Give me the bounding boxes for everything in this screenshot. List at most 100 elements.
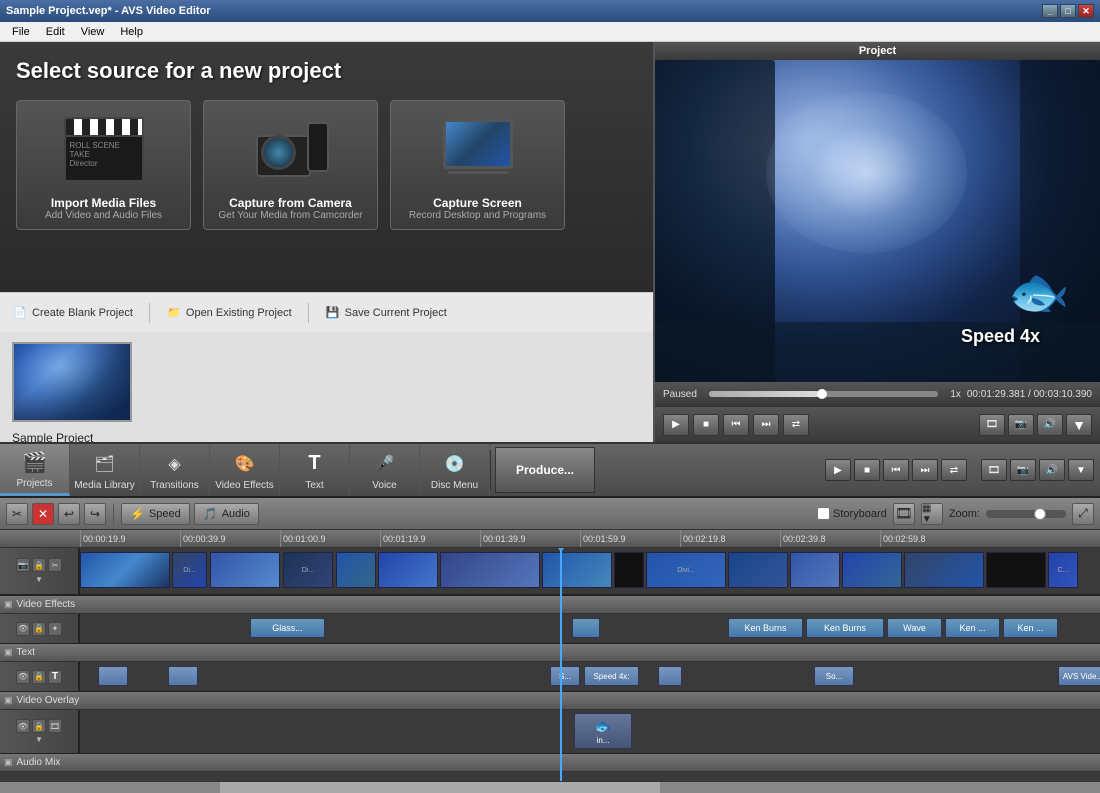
video-clip-15[interactable] — [986, 552, 1046, 588]
video-clip-13[interactable] — [842, 552, 902, 588]
save-current-project[interactable]: 💾 Save Current Project — [325, 305, 447, 321]
video-track-content[interactable]: Di... Di... — [80, 548, 1100, 594]
text-clip-2[interactable] — [168, 666, 198, 686]
ov-lock-icon[interactable]: 🔒 — [32, 719, 46, 733]
video-clip-12[interactable] — [790, 552, 840, 588]
import-media-option[interactable]: ROLL SCENE TAKEDirector Import Media Fil… — [16, 100, 191, 230]
wave-effect[interactable]: Wave — [887, 618, 942, 638]
settings-button[interactable]: ▼ — [1066, 414, 1092, 436]
text-lock-icon[interactable]: 🔒 — [32, 670, 46, 684]
ken-4[interactable]: Ken ... — [945, 618, 1000, 638]
tab-audio-button[interactable]: 🔊 — [1039, 459, 1065, 481]
ve-fx-icon[interactable]: ✦ — [48, 622, 62, 636]
video-clip-10[interactable]: Divi... — [646, 552, 726, 588]
menu-edit[interactable]: Edit — [38, 24, 73, 40]
tab-more-button[interactable]: ▼ — [1068, 459, 1094, 481]
play-button[interactable]: ▶ — [663, 414, 689, 436]
cut-button[interactable]: ✂ — [6, 503, 28, 525]
crop-track-icon[interactable]: ✂ — [48, 558, 62, 572]
produce-button[interactable]: Produce... — [495, 447, 595, 493]
video-effects-expand-icon[interactable]: ▣ — [4, 599, 13, 610]
text-expand-icon[interactable]: ▣ — [4, 647, 13, 658]
ve-lock-icon[interactable]: 🔒 — [32, 622, 46, 636]
text-clip-speed[interactable]: Speed 4x: — [584, 666, 639, 686]
tab-text[interactable]: T Text — [280, 444, 350, 496]
video-effects-content[interactable]: Glass... Ken Burns Ken Burns Wave Ken ..… — [80, 614, 1100, 643]
stop-button[interactable]: ■ — [693, 414, 719, 436]
text-track-content[interactable]: S... Speed 4x: So... AVS Vide... — [80, 662, 1100, 691]
open-existing-project[interactable]: 📁 Open Existing Project — [166, 305, 292, 321]
text-clip-s[interactable]: S... — [550, 666, 580, 686]
menu-help[interactable]: Help — [112, 24, 151, 40]
video-clip-3[interactable] — [210, 552, 280, 588]
text-clip-4[interactable] — [658, 666, 682, 686]
text-clip-so[interactable]: So... — [814, 666, 854, 686]
text-t-icon[interactable]: T — [48, 670, 62, 684]
filmstrip-button[interactable]: 🎞 — [893, 503, 915, 525]
delete-button[interactable]: ✕ — [32, 503, 54, 525]
video-clip-2[interactable]: Di... — [172, 552, 207, 588]
video-clip-11[interactable] — [728, 552, 788, 588]
video-clip-8[interactable] — [542, 552, 612, 588]
fit-button[interactable]: ⤢ — [1072, 503, 1094, 525]
next-frame-button[interactable]: ⏭ — [753, 414, 779, 436]
overlay-expand-icon[interactable]: ▣ — [4, 695, 13, 706]
snapshot-button[interactable]: 📷 — [1008, 414, 1034, 436]
video-effects-section-header[interactable]: ▣ Video Effects — [0, 596, 1100, 614]
tab-video-effects[interactable]: 🎨 Video Effects — [210, 444, 280, 496]
video-clip-4[interactable]: Di... — [283, 552, 333, 588]
tab-transitions[interactable]: ◈ Transitions — [140, 444, 210, 496]
sample-project-thumb[interactable] — [12, 342, 132, 422]
tab-stop-button[interactable]: ■ — [854, 459, 880, 481]
tab-play-button[interactable]: ▶ — [825, 459, 851, 481]
text-clip-1[interactable] — [98, 666, 128, 686]
prev-frame-button[interactable]: ⏮ — [723, 414, 749, 436]
audio-button-tl[interactable]: 🎵 Audio — [194, 503, 259, 525]
ken-burns-1[interactable] — [572, 618, 600, 638]
lock-track-icon[interactable]: 🔒 — [32, 558, 46, 572]
storyboard-checkbox[interactable] — [817, 507, 830, 520]
video-clip-9[interactable] — [614, 552, 644, 588]
audio-expand-icon[interactable]: ▣ — [4, 757, 13, 768]
create-blank-project[interactable]: 📄 Create Blank Project — [12, 305, 133, 321]
ve-eye-icon[interactable]: 👁 — [16, 622, 30, 636]
track-expand[interactable]: ▼ — [35, 575, 43, 584]
capture-camera-option[interactable]: Capture from Camera Get Your Media from … — [203, 100, 378, 230]
tab-voice[interactable]: 🎤 Voice — [350, 444, 420, 496]
glass-effect[interactable]: Glass... — [250, 618, 325, 638]
close-button[interactable]: ✕ — [1078, 4, 1094, 18]
text-eye-icon[interactable]: 👁 — [16, 670, 30, 684]
text-clip-avs[interactable]: AVS Vide... — [1058, 666, 1100, 686]
storyboard-toggle[interactable]: Storyboard — [817, 507, 887, 520]
video-clip-7[interactable] — [440, 552, 540, 588]
audio-mix-section-header[interactable]: ▣ Audio Mix — [0, 754, 1100, 772]
preview-progress-slider[interactable] — [709, 391, 938, 397]
video-clip-1[interactable] — [80, 552, 170, 588]
film-view-button[interactable]: 🎞 — [979, 414, 1005, 436]
ken-burns-3[interactable]: Ken Burns — [806, 618, 884, 638]
overlay-section-header[interactable]: ▣ Video Overlay — [0, 692, 1100, 710]
minimize-button[interactable]: _ — [1042, 4, 1058, 18]
speed-button[interactable]: ⚡ Speed — [121, 503, 190, 525]
horizontal-scrollbar[interactable] — [0, 781, 1100, 793]
tab-next-button[interactable]: ⏭ — [912, 459, 938, 481]
tab-film-button[interactable]: 🎞 — [981, 459, 1007, 481]
ov-eye-icon[interactable]: 👁 — [16, 719, 30, 733]
tab-disc-menu[interactable]: 💿 Disc Menu — [420, 444, 490, 496]
tab-projects[interactable]: 🎬 Projects — [0, 444, 70, 496]
tab-media-library[interactable]: 🗂 Media Library — [70, 444, 140, 496]
undo-button[interactable]: ↩ — [58, 503, 80, 525]
loop-button[interactable]: ⇄ — [783, 414, 809, 436]
capture-screen-option[interactable]: Capture Screen Record Desktop and Progra… — [390, 100, 565, 230]
zoom-slider[interactable] — [986, 510, 1066, 518]
redo-button[interactable]: ↪ — [84, 503, 106, 525]
video-clip-16[interactable]: C... — [1048, 552, 1078, 588]
ken-burns-2[interactable]: Ken Burns — [728, 618, 803, 638]
overlay-track-content[interactable]: 🐟 in... — [80, 710, 1100, 753]
video-clip-14[interactable] — [904, 552, 984, 588]
view-mode-button[interactable]: ▦ ▼ — [921, 503, 943, 525]
overlay-scroll[interactable]: ▼ — [35, 735, 43, 744]
menu-file[interactable]: File — [4, 24, 38, 40]
video-clip-5[interactable] — [336, 552, 376, 588]
maximize-button[interactable]: □ — [1060, 4, 1076, 18]
